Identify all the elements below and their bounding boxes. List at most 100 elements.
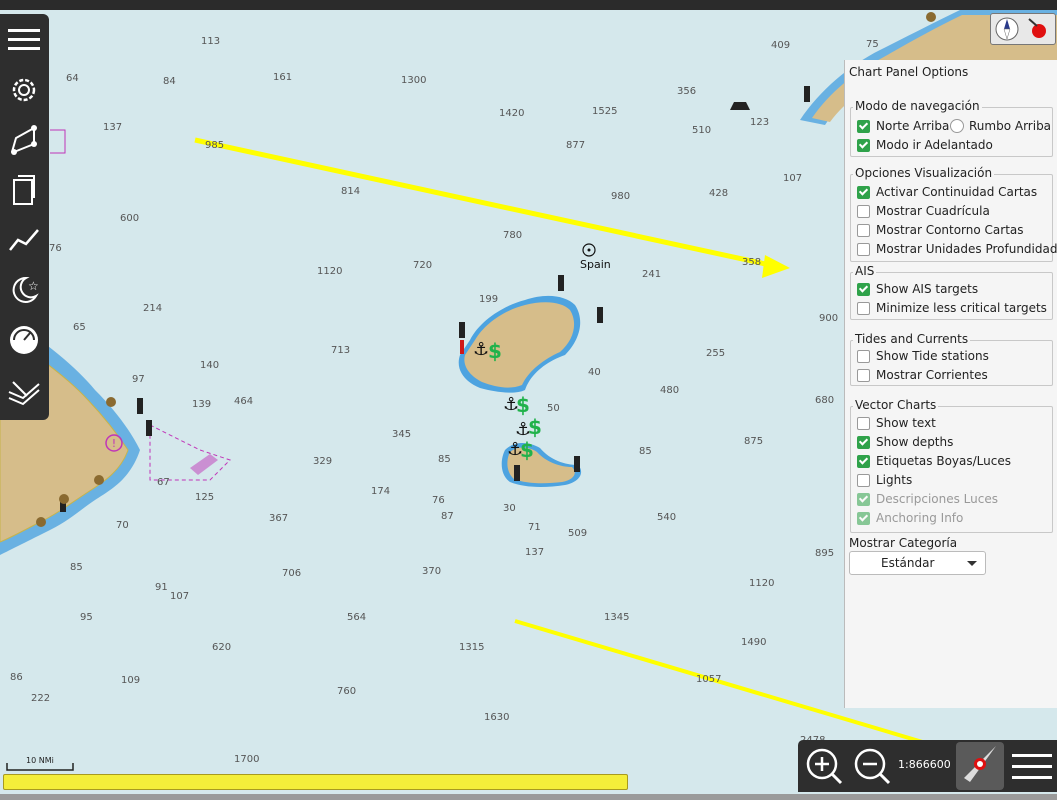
depth-sounding: 875	[744, 436, 764, 447]
place-marker-dot	[587, 248, 591, 252]
option-minimize-targets[interactable]: Minimize less critical targets	[856, 299, 1047, 317]
depth-sounding: 814	[341, 186, 361, 197]
depth-sounding: 464	[234, 396, 254, 407]
option-depth-units[interactable]: Mostrar Unidades Profundidad	[856, 240, 1057, 258]
group-title: Vector Charts	[853, 398, 939, 412]
depth-sounding: 1315	[459, 642, 485, 653]
follow-boat-icon[interactable]	[956, 742, 1004, 790]
depth-sounding: 1490	[741, 637, 767, 648]
harbour-dots	[36, 12, 936, 527]
checkbox[interactable]	[857, 368, 870, 382]
option-label: Activar Continuidad Cartas	[876, 185, 1038, 199]
depth-sounding: 107	[170, 591, 190, 602]
category-value: Estándar	[881, 556, 935, 570]
checkbox[interactable]	[857, 204, 870, 218]
depth-sounding: 358	[742, 257, 762, 268]
option-show-depths[interactable]: Show depths	[856, 433, 953, 451]
look-ahead-checkbox[interactable]	[857, 138, 870, 152]
depth-sounding: 1300	[401, 75, 427, 86]
depth-sounding: 509	[568, 528, 588, 539]
depth-sounding: 87	[441, 511, 454, 522]
depth-sounding: 620	[212, 642, 232, 653]
option-show-text[interactable]: Show text	[856, 414, 936, 432]
group-title: AIS	[853, 264, 877, 278]
checkbox[interactable]	[857, 454, 870, 468]
route-icon[interactable]	[4, 120, 44, 160]
dashboard-gauge-icon[interactable]	[4, 320, 44, 360]
checkbox[interactable]	[857, 282, 870, 296]
option-chart-outline[interactable]: Mostrar Contorno Cartas	[856, 221, 1024, 239]
option-buoy-labels[interactable]: Etiquetas Boyas/Luces	[856, 452, 1011, 470]
option-currents[interactable]: Mostrar Corrientes	[856, 366, 988, 384]
svg-text:☆: ☆	[28, 279, 39, 293]
depth-sounding: 67	[157, 477, 170, 488]
depth-sounding: 255	[706, 348, 726, 359]
checkbox[interactable]	[857, 242, 870, 256]
option-north-up[interactable]: Norte Arriba	[856, 117, 949, 135]
option-show-grid[interactable]: Mostrar Cuadrícula	[856, 202, 990, 220]
depth-sounding: 137	[103, 122, 123, 133]
north-up-checkbox[interactable]	[857, 119, 870, 133]
option-label: Modo ir Adelantado	[876, 138, 993, 152]
bottom-toolbar: 1:866600	[798, 740, 1057, 792]
option-label: Descripciones Luces	[876, 492, 998, 506]
depth-sounding: 50	[547, 403, 560, 414]
category-dropdown[interactable]: Estándar	[849, 551, 986, 575]
depth-sounding: 199	[479, 294, 499, 305]
checkbox[interactable]	[857, 416, 870, 430]
option-tide-stations[interactable]: Show Tide stations	[856, 347, 989, 365]
group-ais: AIS Show AIS targets Minimize less criti…	[850, 264, 1053, 320]
zoom-out-icon[interactable]	[852, 746, 892, 786]
compass-widget[interactable]	[990, 13, 1056, 45]
option-label: Rumbo Arriba	[969, 119, 1052, 133]
depth-sounding: 161	[273, 72, 293, 83]
option-label: Show Tide stations	[876, 349, 989, 363]
depth-sounding: 113	[201, 36, 221, 47]
document-icon[interactable]	[4, 170, 44, 210]
depth-sounding: 895	[815, 548, 835, 559]
chart-boundary-mark	[50, 129, 66, 154]
lighthouse-icons	[60, 86, 810, 512]
settings-gear-icon[interactable]	[4, 70, 44, 110]
depth-sounding: 713	[331, 345, 351, 356]
option-course-up[interactable]: Rumbo Arriba	[950, 117, 1051, 135]
checkbox[interactable]	[857, 185, 870, 199]
option-show-ais[interactable]: Show AIS targets	[856, 280, 978, 298]
depth-sounding: 85	[70, 562, 83, 573]
group-vector-charts: Vector Charts Show text Show depths Etiq…	[850, 398, 1053, 533]
zoom-in-icon[interactable]	[804, 746, 844, 786]
checkbox	[857, 511, 870, 525]
menu-icon[interactable]	[1010, 746, 1054, 786]
checkbox[interactable]	[857, 473, 870, 487]
svg-text:$: $	[520, 438, 534, 462]
depth-sounding: 76	[49, 243, 62, 254]
left-toolbar: ☆	[0, 14, 49, 420]
tools-icon[interactable]	[4, 370, 44, 410]
window-titlebar	[0, 0, 1057, 10]
option-label: Anchoring Info	[876, 511, 964, 525]
option-look-ahead[interactable]: Modo ir Adelantado	[856, 136, 993, 154]
red-buoy	[460, 340, 464, 354]
option-lights[interactable]: Lights	[856, 471, 912, 489]
option-label: Mostrar Corrientes	[876, 368, 988, 382]
option-chart-continuity[interactable]: Activar Continuidad Cartas	[856, 183, 1037, 201]
checkbox[interactable]	[857, 301, 870, 315]
checkbox[interactable]	[857, 223, 870, 237]
depth-sounding: 137	[525, 547, 545, 558]
depth-sounding: 71	[528, 522, 541, 533]
option-label: Show AIS targets	[876, 282, 979, 296]
scale-bar: 10 NMi	[6, 756, 74, 771]
night-mode-icon[interactable]: ☆	[4, 270, 44, 310]
depth-sounding: 1525	[592, 106, 618, 117]
menu-icon[interactable]	[4, 20, 44, 60]
depth-sounding: 174	[371, 486, 391, 497]
course-up-radio[interactable]	[950, 119, 964, 133]
track-line-icon[interactable]	[4, 220, 44, 260]
option-label: Mostrar Unidades Profundidad	[876, 242, 1057, 256]
checkbox[interactable]	[857, 349, 870, 363]
depth-sounding: 877	[566, 140, 586, 151]
chart-panel-options: Chart Panel Options Modo de navegación N…	[844, 60, 1057, 708]
checkbox[interactable]	[857, 435, 870, 449]
depth-sounding: 86	[10, 672, 23, 683]
group-title: Modo de navegación	[853, 99, 982, 113]
